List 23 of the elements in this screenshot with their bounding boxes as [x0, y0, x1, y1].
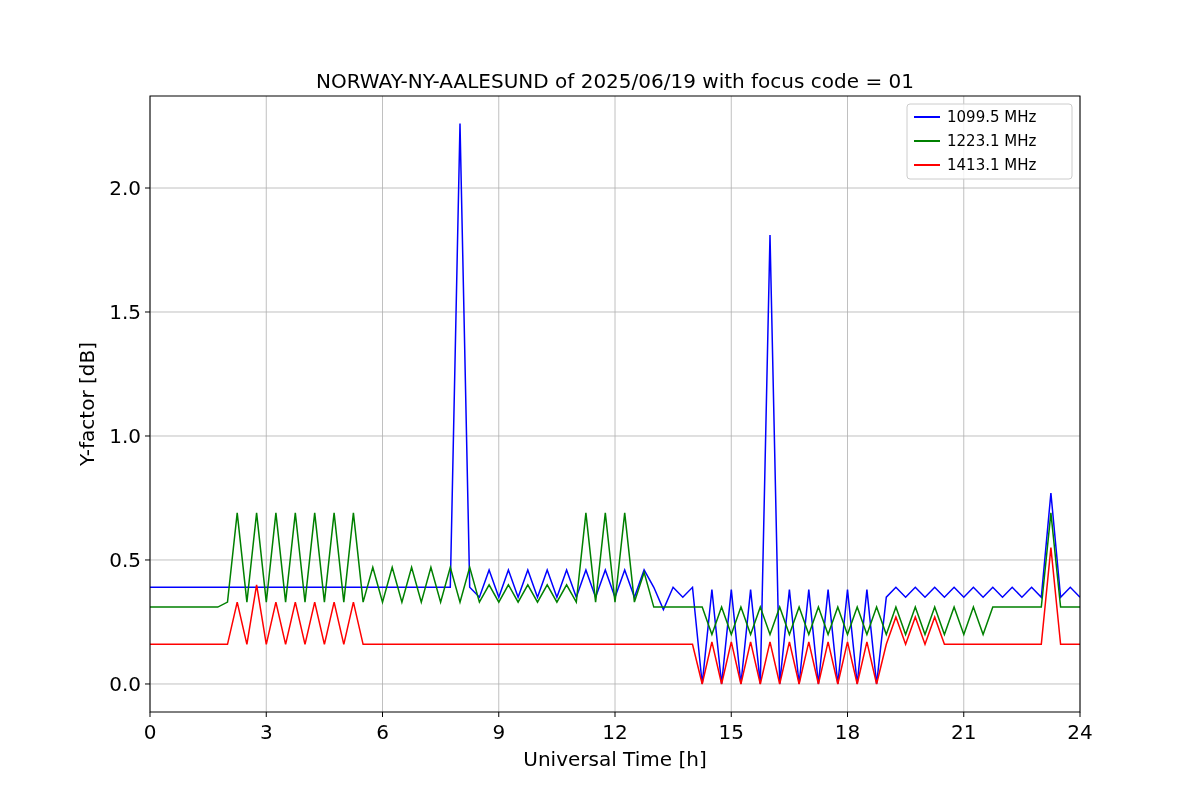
x-tick-label: 12 — [602, 720, 628, 744]
y-tick-label: 0.0 — [109, 672, 141, 696]
x-tick-label: 9 — [492, 720, 506, 744]
x-tick-label: 15 — [718, 720, 744, 744]
y-tick-label: 1.0 — [109, 424, 141, 448]
y-tick-label: 1.5 — [109, 300, 141, 324]
x-tick-label: 6 — [376, 720, 389, 744]
legend-label: 1413.1 MHz — [947, 156, 1037, 174]
legend-label: 1223.1 MHz — [947, 132, 1037, 150]
legend-label: 1099.5 MHz — [947, 108, 1037, 126]
y-tick-label: 2.0 — [109, 176, 141, 200]
y-axis-label: Y-factor [dB] — [75, 342, 99, 466]
legend-line-icon — [913, 116, 941, 118]
x-axis-label: Universal Time [h] — [523, 747, 707, 771]
x-tick-label: 3 — [259, 720, 273, 744]
x-tick-label: 18 — [834, 720, 861, 744]
x-tick-label: 0 — [143, 720, 157, 744]
legend-line-icon — [913, 140, 941, 142]
legend-line-icon — [913, 164, 941, 166]
x-tick-label: 21 — [951, 720, 977, 744]
y-tick-label: 0.5 — [109, 548, 141, 572]
chart-title: NORWAY-NY-AALESUND of 2025/06/19 with focus code = 01 — [316, 69, 914, 93]
x-tick-label: 24 — [1067, 720, 1093, 744]
